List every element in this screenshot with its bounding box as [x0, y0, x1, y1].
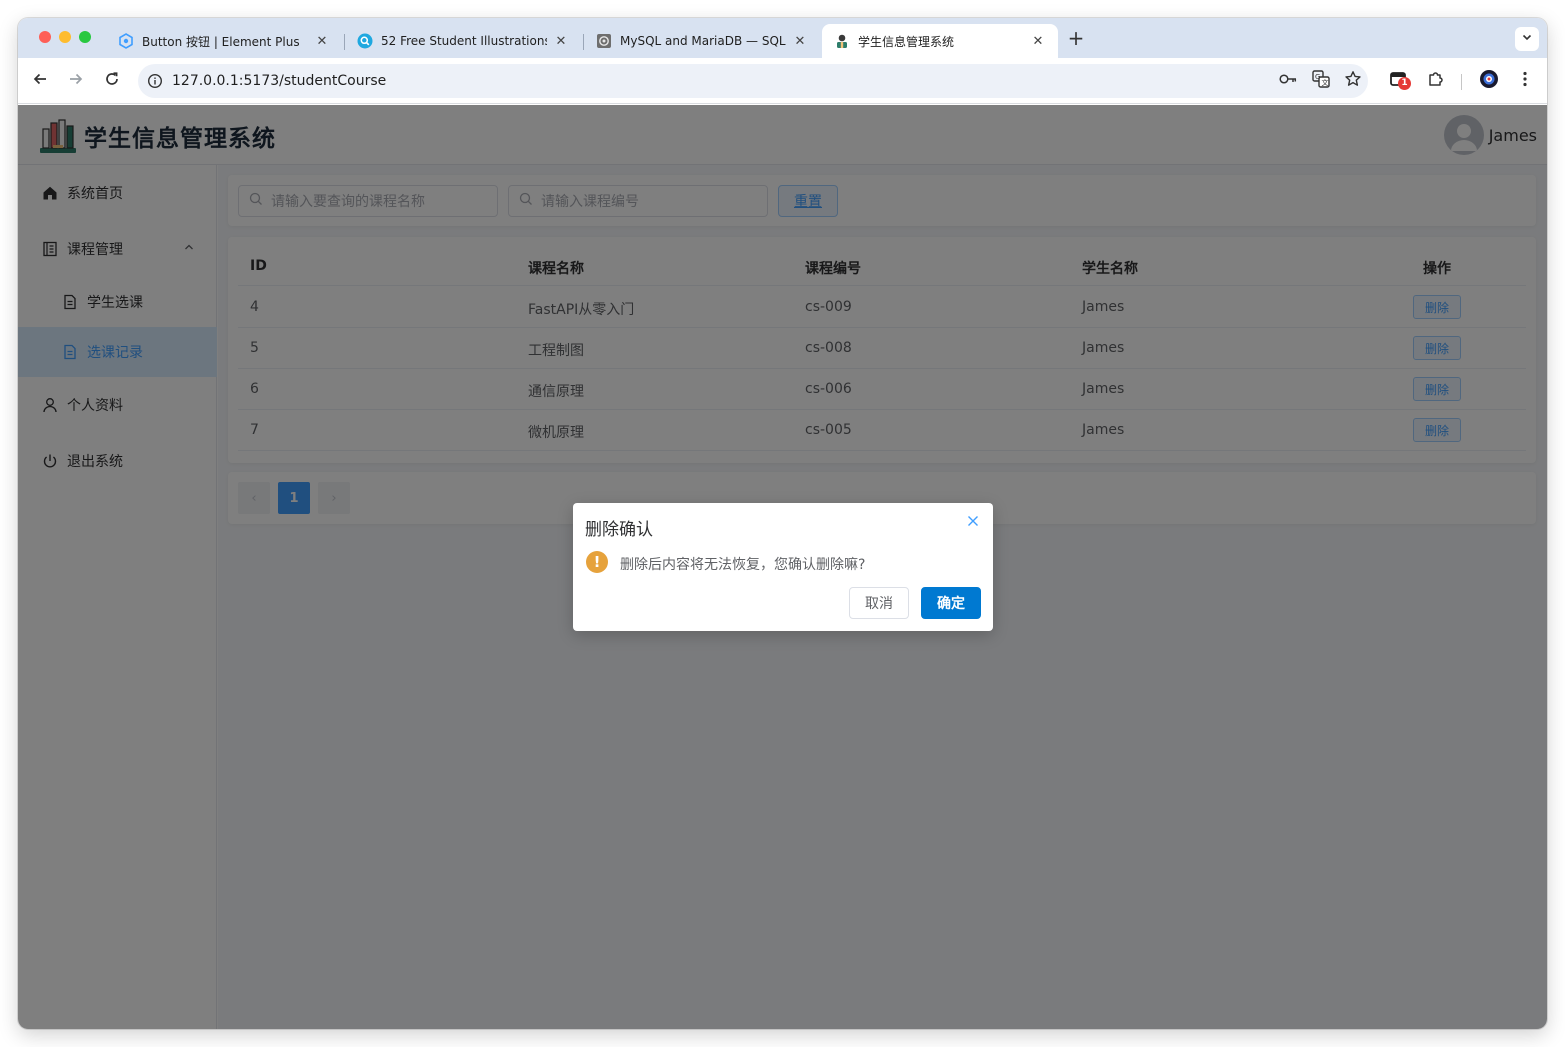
url-text[interactable]: 127.0.0.1:5173/studentCourse: [172, 73, 386, 89]
student-icon: [834, 33, 850, 49]
svg-text:G: G: [1315, 73, 1320, 81]
forward-button[interactable]: [64, 69, 88, 93]
puzzle-icon: [1427, 70, 1445, 92]
address-bar[interactable]: 127.0.0.1:5173/studentCourse G文: [138, 64, 1368, 98]
close-window-button[interactable]: [39, 31, 51, 43]
back-button[interactable]: [28, 69, 52, 93]
tab-title: 52 Free Student Illustrations -: [381, 34, 547, 48]
browser-menu-button[interactable]: [1513, 69, 1537, 93]
app-root: 学生信息管理系统 James 系统首页 课程管理: [18, 105, 1547, 1029]
extensions-button[interactable]: [1424, 69, 1448, 93]
browser-window: Button 按钮 | Element Plus ✕ 52 Free Stude…: [18, 18, 1547, 1029]
tab-title: 学生信息管理系统: [858, 34, 955, 49]
close-tab-icon[interactable]: ✕: [553, 34, 569, 49]
minimize-window-button[interactable]: [59, 31, 71, 43]
password-key-icon[interactable]: [1278, 71, 1298, 91]
cancel-button[interactable]: 取消: [849, 587, 909, 619]
dialog-title: 删除确认: [585, 520, 653, 540]
tab-title: Button 按钮 | Element Plus: [142, 34, 300, 49]
profile-avatar-icon: [1479, 69, 1499, 93]
browser-toolbar: 127.0.0.1:5173/studentCourse G文 1: [18, 58, 1547, 104]
address-bar-actions: G文: [1278, 64, 1362, 98]
browser-tab-sqlalchemy[interactable]: MySQL and MariaDB — SQLA ✕: [584, 24, 820, 58]
tab-title: MySQL and MariaDB — SQLA: [620, 34, 786, 48]
close-tab-icon[interactable]: ✕: [792, 34, 808, 49]
profile-button[interactable]: [1477, 69, 1501, 93]
reload-icon: [104, 71, 120, 91]
browser-tab-student-system[interactable]: 学生信息管理系统 ✕: [822, 24, 1058, 58]
reload-button[interactable]: [100, 69, 124, 93]
tab-search-button[interactable]: [1515, 27, 1539, 51]
arrow-right-icon: [68, 71, 84, 91]
bookmark-star-icon[interactable]: [1344, 70, 1362, 92]
more-vertical-icon: [1523, 71, 1527, 91]
new-tab-button[interactable]: +: [1065, 28, 1087, 50]
browser-tab-illustrations[interactable]: 52 Free Student Illustrations - ✕: [345, 24, 581, 58]
element-plus-icon: [118, 33, 134, 49]
site-info-icon[interactable]: [138, 73, 172, 89]
sqlalchemy-icon: [596, 33, 612, 49]
toolbar-divider: [1461, 74, 1462, 90]
translate-icon[interactable]: G文: [1312, 70, 1330, 92]
close-tab-icon[interactable]: ✕: [1030, 34, 1046, 49]
extension-badge-count: 1: [1398, 77, 1411, 90]
browser-tab-element-plus[interactable]: Button 按钮 | Element Plus ✕: [106, 24, 342, 58]
close-tab-icon[interactable]: ✕: [314, 34, 330, 49]
extension-notification-button[interactable]: 1: [1388, 69, 1412, 93]
extension-badge-icon: 1: [1390, 71, 1411, 91]
arrow-left-icon: [32, 71, 48, 91]
search-badge-icon: [357, 33, 373, 49]
warning-icon: !: [586, 551, 608, 573]
close-icon[interactable]: [965, 513, 981, 529]
confirm-button[interactable]: 确定: [921, 587, 981, 619]
svg-text:文: 文: [1322, 78, 1329, 87]
maximize-window-button[interactable]: [79, 31, 91, 43]
tab-strip: Button 按钮 | Element Plus ✕ 52 Free Stude…: [18, 18, 1547, 58]
delete-confirm-dialog: 删除确认 ! 删除后内容将无法恢复，您确认删除嘛? 取消 确定: [573, 503, 993, 631]
dialog-message: 删除后内容将无法恢复，您确认删除嘛?: [620, 557, 866, 573]
chevron-down-icon: [1521, 31, 1533, 47]
